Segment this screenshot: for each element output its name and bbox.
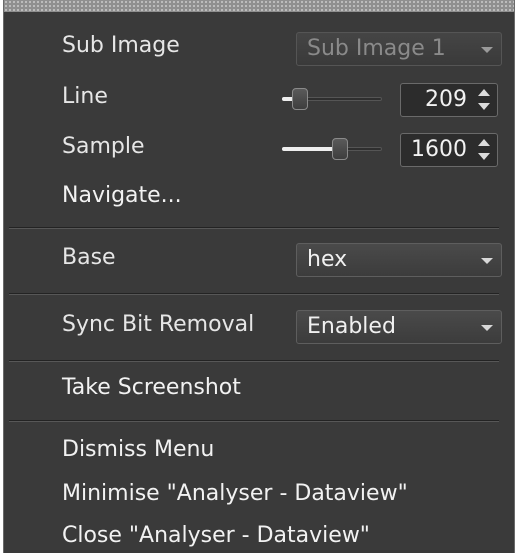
base-label: Base — [62, 245, 116, 270]
line-spin-buttons[interactable] — [473, 86, 495, 114]
sync-bit-removal-combo-value: Enabled — [307, 314, 396, 339]
menu-separator — [9, 227, 499, 229]
sample-slider[interactable] — [282, 134, 382, 164]
sample-spinbox[interactable]: 1600 — [400, 133, 498, 167]
dismiss-menu-item[interactable]: Dismiss Menu — [62, 437, 214, 462]
sample-spinbox-value: 1600 — [411, 137, 467, 162]
spin-up-icon[interactable] — [478, 89, 490, 96]
take-screenshot-menu-item[interactable]: Take Screenshot — [62, 375, 241, 400]
chevron-down-icon — [481, 258, 493, 264]
spin-up-icon[interactable] — [478, 139, 490, 146]
sub-image-combo-value: Sub Image 1 — [307, 36, 446, 61]
sample-spin-buttons[interactable] — [473, 136, 495, 164]
line-spinbox-value: 209 — [425, 87, 467, 112]
menu-tear-off-grip[interactable] — [4, 0, 514, 12]
line-label: Line — [62, 84, 108, 109]
menu-separator — [9, 293, 499, 295]
line-slider-handle[interactable] — [292, 88, 308, 110]
spin-down-icon[interactable] — [478, 103, 490, 110]
sample-slider-handle[interactable] — [332, 138, 348, 160]
sub-image-combo[interactable]: Sub Image 1 — [296, 32, 502, 66]
sync-bit-removal-label: Sync Bit Removal — [62, 312, 255, 337]
menu-separator — [9, 420, 499, 422]
close-window-menu-item[interactable]: Close "Analyser - Dataview" — [62, 523, 370, 548]
spin-down-icon[interactable] — [478, 153, 490, 160]
menu-separator — [9, 360, 499, 362]
sync-bit-removal-combo[interactable]: Enabled — [296, 310, 502, 344]
chevron-down-icon — [481, 47, 493, 53]
minimise-window-menu-item[interactable]: Minimise "Analyser - Dataview" — [62, 481, 408, 506]
line-slider[interactable] — [282, 84, 382, 114]
base-combo-value: hex — [307, 247, 348, 272]
sub-image-label: Sub Image — [62, 33, 180, 58]
chevron-down-icon — [481, 325, 493, 331]
context-menu: Sub Image Sub Image 1 Line 209 Sample 16… — [3, 0, 515, 553]
sample-label: Sample — [62, 134, 145, 159]
navigate-menu-item[interactable]: Navigate... — [62, 183, 182, 208]
base-combo[interactable]: hex — [296, 243, 502, 277]
line-spinbox[interactable]: 209 — [400, 83, 498, 117]
